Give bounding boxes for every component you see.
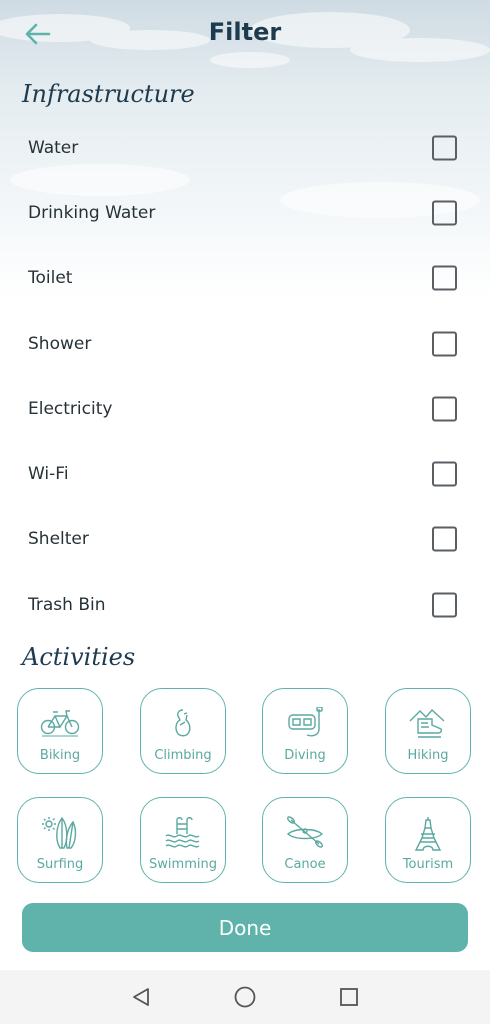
activity-label: Canoe bbox=[284, 857, 326, 872]
activity-biking[interactable]: Biking bbox=[17, 688, 103, 774]
shelter-checkbox[interactable] bbox=[432, 526, 457, 552]
activity-label: Biking bbox=[39, 748, 81, 763]
activity-label: Hiking bbox=[407, 748, 449, 763]
wifi-checkbox[interactable] bbox=[432, 461, 457, 487]
activity-hiking[interactable]: Hiking bbox=[385, 688, 471, 774]
filter-label: Wi-Fi bbox=[28, 464, 69, 485]
swimming-pool-icon bbox=[165, 817, 200, 848]
filter-row-toilet: Toilet bbox=[0, 246, 490, 311]
nav-back-button[interactable] bbox=[128, 984, 154, 1010]
activity-surfing[interactable]: Surfing bbox=[17, 797, 103, 883]
carabiner-icon bbox=[175, 709, 191, 737]
done-button[interactable]: Done bbox=[22, 903, 468, 952]
shower-checkbox[interactable] bbox=[432, 331, 457, 357]
diving-mask-icon bbox=[288, 707, 323, 737]
circle-home-icon bbox=[234, 986, 256, 1008]
filter-label: Shower bbox=[28, 333, 92, 354]
filter-row-shower: Shower bbox=[0, 311, 490, 376]
nav-home-button[interactable] bbox=[232, 984, 258, 1010]
infrastructure-list: Water Drinking Water Toilet Shower Elect… bbox=[0, 115, 490, 637]
activity-label: Climbing bbox=[154, 748, 212, 763]
system-nav-bar bbox=[0, 970, 490, 1024]
nav-recents-button[interactable] bbox=[336, 984, 362, 1010]
filter-label: Toilet bbox=[28, 268, 73, 289]
activity-canoe[interactable]: Canoe bbox=[262, 797, 348, 883]
filter-row-trash-bin: Trash Bin bbox=[0, 572, 490, 637]
eiffel-tower-icon bbox=[414, 817, 442, 851]
activity-diving[interactable]: Diving bbox=[262, 688, 348, 774]
activity-label: Diving bbox=[284, 748, 326, 763]
electricity-checkbox[interactable] bbox=[432, 396, 457, 422]
canoe-icon bbox=[286, 816, 324, 848]
filter-label: Drinking Water bbox=[28, 202, 156, 223]
filter-label: Water bbox=[28, 137, 79, 158]
hiking-boot-icon bbox=[409, 708, 445, 738]
bicycle-icon bbox=[40, 710, 80, 737]
activity-label: Tourism bbox=[402, 857, 454, 872]
filter-row-shelter: Shelter bbox=[0, 507, 490, 572]
filter-label: Trash Bin bbox=[28, 594, 106, 615]
toilet-checkbox[interactable] bbox=[432, 265, 457, 291]
filter-row-electricity: Electricity bbox=[0, 376, 490, 441]
activities-heading: Activities bbox=[22, 643, 136, 671]
activity-swimming[interactable]: Swimming bbox=[140, 797, 226, 883]
square-recents-icon bbox=[340, 988, 358, 1006]
drinking-water-checkbox[interactable] bbox=[432, 200, 457, 226]
activity-label: Surfing bbox=[36, 857, 84, 872]
activity-label: Swimming bbox=[149, 857, 217, 872]
filter-row-wifi: Wi-Fi bbox=[0, 441, 490, 506]
activity-tourism[interactable]: Tourism bbox=[385, 797, 471, 883]
page-title: Filter bbox=[208, 18, 282, 46]
water-checkbox[interactable] bbox=[432, 135, 457, 161]
filter-row-drinking-water: Drinking Water bbox=[0, 180, 490, 245]
header: Filter bbox=[0, 0, 490, 72]
surfboard-icon bbox=[42, 816, 77, 849]
activity-climbing[interactable]: Climbing bbox=[140, 688, 226, 774]
filter-row-water: Water bbox=[0, 115, 490, 180]
infrastructure-heading: Infrastructure bbox=[22, 80, 195, 108]
filter-label: Shelter bbox=[28, 529, 89, 550]
trash-bin-checkbox[interactable] bbox=[432, 592, 457, 618]
triangle-back-icon bbox=[133, 988, 149, 1006]
filter-label: Electricity bbox=[28, 398, 113, 419]
